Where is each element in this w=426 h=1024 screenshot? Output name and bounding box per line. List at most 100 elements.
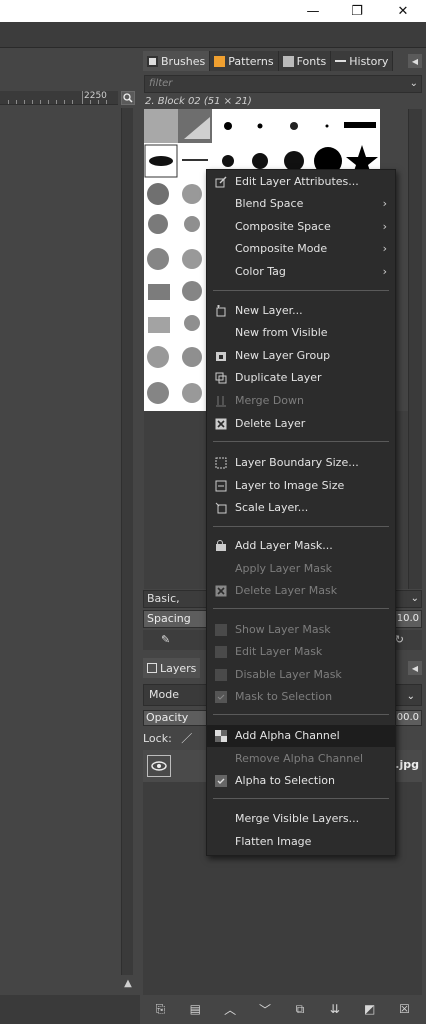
menu-item-layer-to-image-size[interactable]: Layer to Image Size — [207, 475, 395, 497]
menu-item-layer-boundary-size[interactable]: Layer Boundary Size... — [207, 452, 395, 474]
menu-item-flatten-image[interactable]: Flatten Image — [207, 831, 395, 853]
new-layer-icon — [215, 305, 227, 317]
menu-item-duplicate-layer[interactable]: Duplicate Layer — [207, 367, 395, 389]
menu-item-label: Alpha to Selection — [235, 774, 336, 787]
tab-patterns[interactable]: Patterns — [210, 51, 279, 71]
tab-label: History — [349, 54, 389, 68]
menu-separator — [213, 441, 389, 442]
menu-item-new-layer-group[interactable]: New Layer Group — [207, 345, 395, 367]
menu-item-label: Flatten Image — [235, 835, 312, 848]
menu-separator — [213, 608, 389, 609]
horizontal-ruler[interactable]: 2250 — [0, 91, 118, 105]
dock-menu-icon[interactable]: ◀ — [408, 661, 422, 675]
lock-row: Lock: ／ — [143, 730, 192, 748]
navigate-icon[interactable]: ▲ — [121, 975, 135, 991]
menu-item-label: New from Visible — [235, 326, 328, 339]
preset-label: Basic, — [147, 592, 180, 605]
tab-label: Patterns — [228, 54, 274, 68]
tab-brushes[interactable]: Brushes — [143, 51, 211, 71]
tab-label: Brushes — [161, 54, 206, 68]
menu-item-composite-space[interactable]: Composite Space › — [207, 216, 395, 238]
menu-separator — [213, 798, 389, 799]
menu-item-remove-alpha-channel: Remove Alpha Channel — [207, 748, 395, 770]
menu-item-label: Edit Layer Mask — [235, 645, 323, 658]
menu-item-edit-layer-attributes[interactable]: Edit Layer Attributes... — [207, 171, 395, 193]
image-canvas[interactable] — [0, 48, 140, 1024]
minimize-button[interactable]: — — [290, 0, 336, 22]
menu-item-add-alpha-channel[interactable]: Add Alpha Channel — [207, 725, 395, 747]
tab-layers[interactable]: Layers — [143, 658, 201, 678]
menu-item-new-from-visible[interactable]: New from Visible — [207, 322, 395, 344]
chevron-down-icon[interactable]: ⌄ — [407, 687, 415, 707]
ruler-label: 2250 — [84, 91, 107, 101]
delete-mask-icon — [215, 585, 227, 597]
menu-item-delete-layer[interactable]: Delete Layer — [207, 413, 395, 435]
tab-history[interactable]: History — [331, 51, 394, 71]
menu-item-label: Layer to Image Size — [235, 479, 345, 492]
edit-brush-icon[interactable]: ✎ — [161, 633, 170, 646]
selected-brush-name: 2. Block 02 (51 × 21) — [145, 96, 252, 107]
raise-layer-icon[interactable]: ︿ — [222, 1001, 238, 1017]
history-icon — [335, 60, 347, 62]
new-layer-group-icon[interactable]: ▤ — [187, 1001, 203, 1017]
delete-layer-icon[interactable]: ☒ — [397, 1001, 413, 1017]
menu-item-alpha-to-selection[interactable]: Alpha to Selection — [207, 770, 395, 792]
lock-pixels-icon[interactable]: ／ — [181, 732, 192, 745]
menu-item-label: Layer Boundary Size... — [235, 456, 359, 469]
menu-item-label: Composite Space — [235, 220, 331, 233]
menu-item-composite-mode[interactable]: Composite Mode › — [207, 238, 395, 260]
duplicate-layer-icon[interactable]: ⧉ — [292, 1001, 308, 1017]
merge-down-icon[interactable]: ⇊ — [327, 1001, 343, 1017]
dock-tabbar: Brushes Patterns Fonts History — [143, 51, 409, 71]
menu-item-disable-layer-mask: Disable Layer Mask — [207, 664, 395, 686]
add-mask-icon[interactable]: ◩ — [362, 1001, 378, 1017]
delete-layer-icon — [215, 418, 227, 430]
menu-item-label: Remove Alpha Channel — [235, 752, 364, 765]
maximize-button[interactable]: ❐ — [334, 0, 380, 22]
menu-bar — [0, 22, 426, 48]
zoom-icon[interactable] — [121, 91, 135, 105]
lower-layer-icon[interactable]: ﹀ — [257, 1001, 273, 1017]
spacing-value: 10.0 — [396, 613, 419, 624]
duplicate-layer-icon — [215, 372, 227, 384]
menu-item-delete-layer-mask: Delete Layer Mask — [207, 580, 395, 602]
refresh-icon[interactable]: ↻ — [395, 633, 404, 646]
chevron-down-icon[interactable]: ⌄ — [411, 591, 419, 607]
menu-separator — [213, 290, 389, 291]
menu-item-blend-space[interactable]: Blend Space › — [207, 193, 395, 215]
menu-item-label: Mask to Selection — [235, 690, 333, 703]
menu-item-merge-visible-layers[interactable]: Merge Visible Layers... — [207, 808, 395, 830]
window-titlebar: — ❐ ✕ — [0, 0, 426, 22]
menu-item-new-layer[interactable]: New Layer... — [207, 300, 395, 322]
chevron-right-icon: › — [382, 220, 387, 233]
menu-item-label: Show Layer Mask — [235, 623, 331, 636]
menu-item-label: Merge Visible Layers... — [235, 812, 360, 825]
brush-filter-input[interactable]: filter ⌄ — [144, 75, 422, 93]
layers-icon — [147, 663, 157, 673]
layer-context-menu: Edit Layer Attributes... Blend Space › C… — [206, 169, 396, 856]
chevron-right-icon: › — [382, 265, 387, 278]
menu-item-add-layer-mask[interactable]: Add Layer Mask... — [207, 535, 395, 557]
menu-item-show-layer-mask: Show Layer Mask — [207, 619, 395, 641]
brush-scrollbar[interactable] — [408, 109, 422, 589]
menu-item-label: Merge Down — [235, 394, 305, 407]
menu-item-label: Delete Layer Mask — [235, 584, 338, 597]
menu-item-scale-layer[interactable]: Scale Layer... — [207, 497, 395, 519]
menu-item-color-tag[interactable]: Color Tag › — [207, 261, 395, 283]
font-icon — [282, 55, 294, 67]
dock-menu-icon[interactable]: ◀ — [408, 54, 422, 68]
new-layer-icon[interactable]: ⎘ — [152, 1001, 168, 1017]
menu-separator — [213, 714, 389, 715]
chevron-down-icon[interactable]: ⌄ — [410, 76, 418, 92]
canvas-vertical-scrollbar[interactable] — [121, 108, 133, 975]
close-button[interactable]: ✕ — [380, 0, 426, 22]
eye-icon[interactable] — [147, 755, 171, 777]
menu-item-edit-layer-mask: Edit Layer Mask — [207, 641, 395, 663]
menu-item-label: Composite Mode — [235, 242, 328, 255]
pattern-icon — [214, 55, 226, 67]
tab-fonts[interactable]: Fonts — [278, 51, 332, 71]
add-mask-icon — [215, 540, 227, 552]
edit-attributes-icon — [215, 176, 227, 188]
menu-item-label: New Layer Group — [235, 349, 331, 362]
menu-item-apply-layer-mask: Apply Layer Mask — [207, 558, 395, 580]
